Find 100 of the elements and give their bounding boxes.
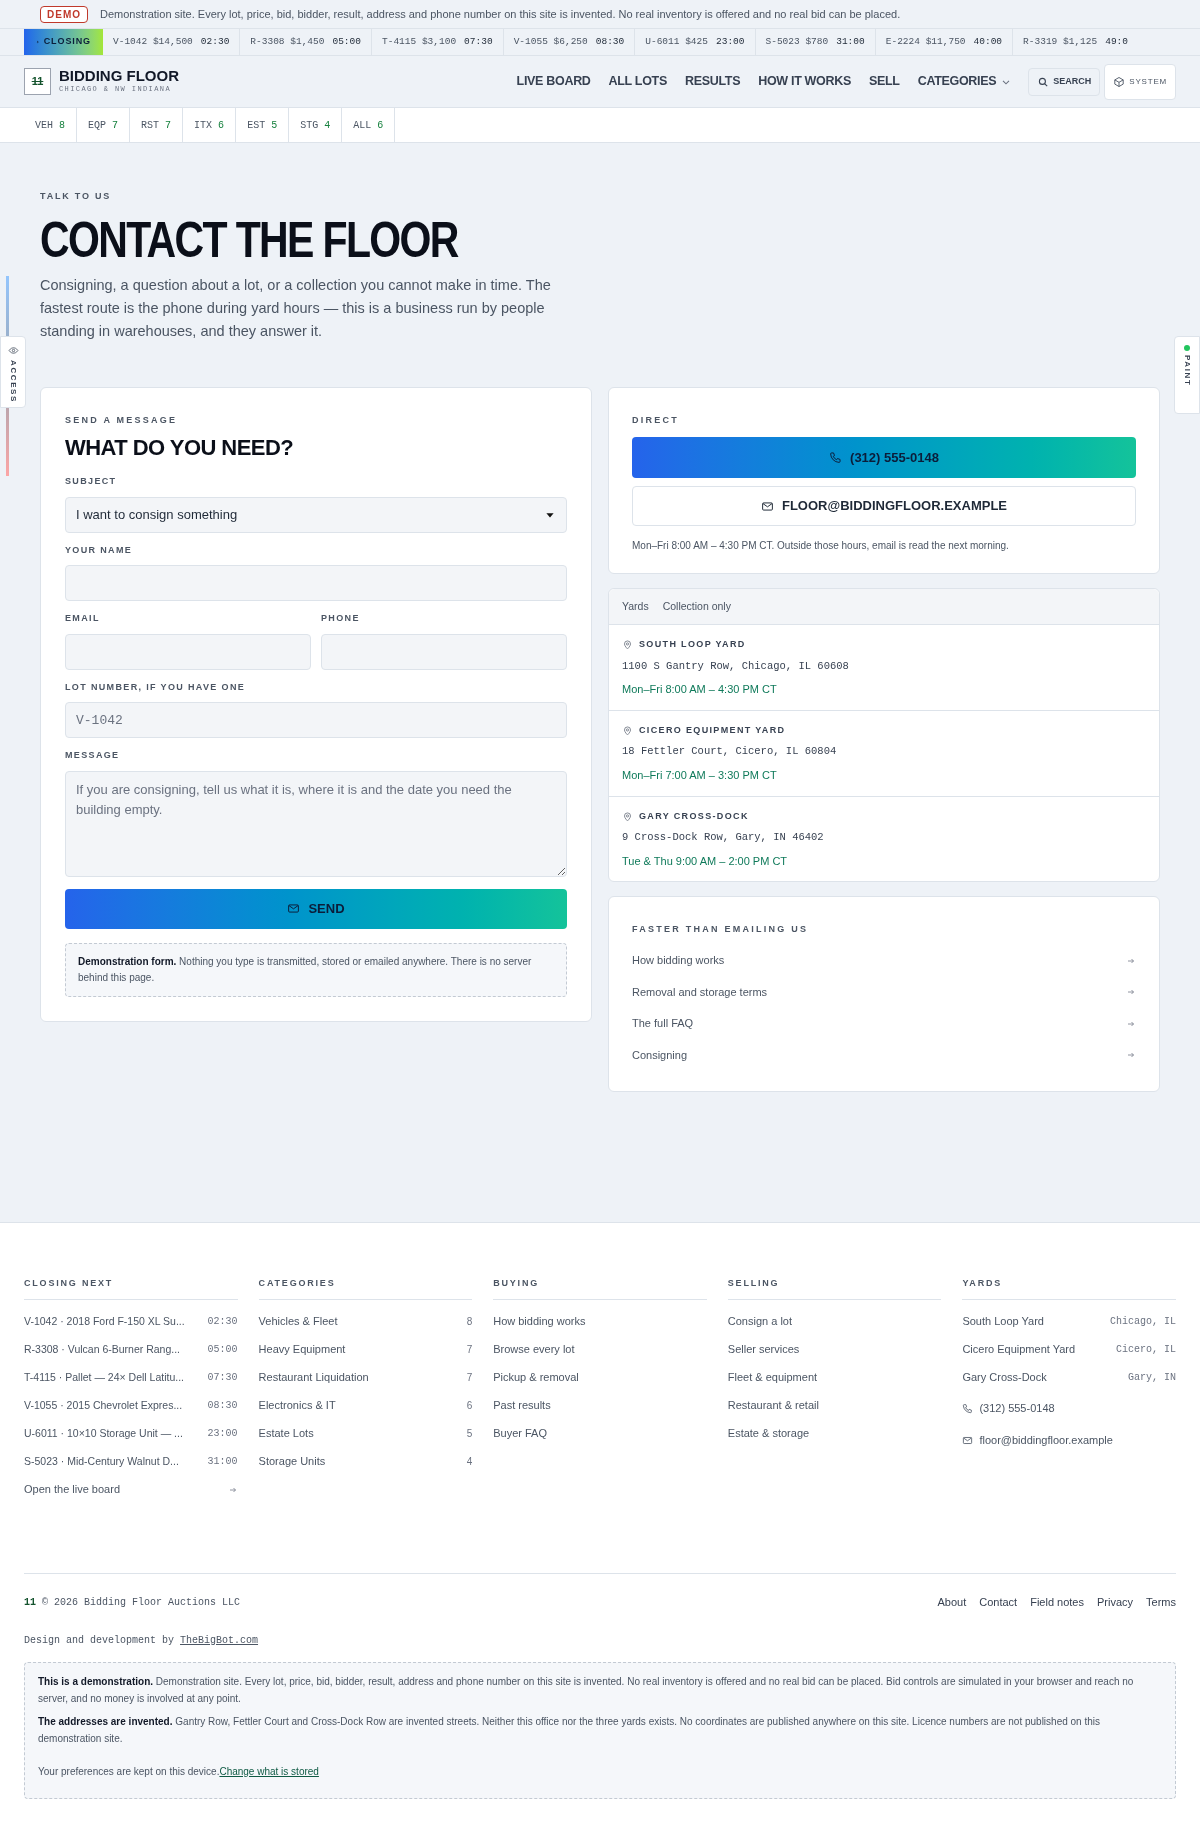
system-button[interactable]: SYSTEM — [1104, 63, 1176, 100]
nav-link[interactable]: HOW IT WORKS — [758, 72, 851, 91]
ticker-item[interactable]: V-1042 $14,500 02:30 — [103, 29, 241, 55]
credit-link[interactable]: TheBigBot.com — [180, 1632, 259, 1648]
ticker-item[interactable]: E-2224 $11,750 40:00 — [875, 29, 1014, 55]
footer-link[interactable]: Vehicles & Fleet — [258, 1313, 338, 1330]
footer-meta: Gary, IN — [1128, 1371, 1176, 1385]
footer-link[interactable]: R-3308 · Vulcan 6-Burner Rang... — [24, 1341, 181, 1358]
cube-icon — [1113, 75, 1126, 88]
paint-tab[interactable]: PAINT — [1174, 336, 1200, 414]
demo-notice: Demonstration site. Every lot, price, bid, bidder, result, address and phone number on this site is invented. No real inventory is offered and no real bid can be placed. — [100, 6, 901, 22]
footer-link[interactable]: Storage Units — [258, 1453, 326, 1470]
footer-link[interactable]: Buyer FAQ — [493, 1425, 547, 1442]
email-button[interactable]: FLOOR@BIDDINGFLOOR.EXAMPLE — [632, 486, 1136, 526]
message-field[interactable]: If you are consigning, tell us what it is, where it is and the date you need the building empty. — [65, 770, 567, 877]
footer-link[interactable]: V-1055 · 2015 Chevrolet Expres... — [24, 1397, 183, 1414]
call-button[interactable]: (312) 555-0148 — [632, 437, 1136, 478]
footer-meta: 08:30 — [207, 1399, 238, 1413]
footer-link[interactable]: V-1042 · 2018 Ford F-150 XL Su... — [24, 1313, 185, 1330]
phone-number-link[interactable]: (312) 555-0148 — [979, 1400, 1055, 1417]
column-heading: SELLING — [727, 1277, 942, 1300]
help-link[interactable]: The full FAQ — [632, 1015, 694, 1032]
ticker-item[interactable]: T-4115 $3,100 07:30 — [372, 29, 504, 55]
input-field[interactable] — [65, 565, 567, 601]
category-tab[interactable]: ALL 6 — [342, 108, 396, 142]
page-title: CONTACT THE FLOOR — [40, 211, 460, 268]
footer-link[interactable]: Electronics & IT — [258, 1397, 336, 1414]
footer-link[interactable]: About — [937, 1594, 967, 1611]
ticker-item[interactable]: V-1055 $6,250 08:30 — [503, 29, 636, 55]
brand-name[interactable]: BIDDING FLOOR — [59, 68, 179, 85]
footer-link[interactable]: Seller services — [727, 1341, 800, 1358]
footer-link[interactable]: Cicero Equipment Yard — [962, 1341, 1076, 1358]
footer-link[interactable]: Heavy Equipment — [258, 1341, 346, 1358]
subject-select[interactable]: I want to consign something — [65, 496, 567, 533]
ticker-item[interactable]: R-3308 $1,450 05:00 — [240, 29, 372, 55]
preferences-link[interactable]: Change what is stored — [219, 1762, 319, 1780]
field-label: LOT NUMBER, IF YOU HAVE ONE — [65, 680, 247, 694]
ticker-item[interactable]: U-6011 $425 23:00 — [635, 29, 756, 55]
help-link[interactable]: How bidding works — [632, 952, 725, 969]
category-tab[interactable]: RST 7 — [130, 108, 184, 142]
column-heading: YARDS — [962, 1277, 1176, 1300]
send-button[interactable]: SEND — [65, 888, 567, 929]
ticker-item[interactable]: R-3319 $1,125 49:0 — [1013, 29, 1128, 55]
field-label: EMAIL — [65, 612, 101, 625]
footer-meta: 7 — [466, 1343, 473, 1357]
phone-icon — [962, 1403, 974, 1414]
footer-link[interactable]: Restaurant & retail — [727, 1397, 819, 1414]
access-tab[interactable]: ACCESS — [0, 336, 26, 408]
email-address-link[interactable]: floor@biddingfloor.example — [979, 1432, 1113, 1449]
footer-link[interactable]: Browse every lot — [493, 1341, 575, 1358]
footer-link[interactable]: U-6011 · 10×10 Storage Unit — ... — [24, 1425, 183, 1442]
mail-icon — [287, 902, 301, 915]
footer-meta: 6 — [466, 1399, 473, 1413]
eyebrow: DIRECT — [632, 413, 680, 427]
nav-link[interactable]: RESULTS — [684, 72, 741, 91]
footer-link[interactable]: Terms — [1146, 1594, 1176, 1611]
search-button[interactable]: SEARCH — [1028, 67, 1101, 96]
phone-icon — [829, 451, 843, 464]
category-tab[interactable]: EST 5 — [236, 108, 290, 142]
footer-meta: 8 — [466, 1315, 473, 1329]
mail-icon — [761, 499, 774, 513]
footer-link[interactable]: S-5023 · Mid-Century Walnut D... — [24, 1453, 179, 1470]
footer-link[interactable]: T-4115 · Pallet — 24× Dell Latitu... — [24, 1369, 184, 1386]
footer-link[interactable]: Fleet & equipment — [727, 1369, 818, 1386]
category-tab[interactable]: ITX 6 — [183, 108, 237, 142]
column-heading: BUYING — [493, 1277, 707, 1300]
disclaimer-text: This is a demonstration. Demonstration site. Every lot, price, bid, bidder, result, address and phone number on this site is invented. No real inventory is offered and no real bid can be placed. Bid controls are simulated in your browser and reach no server, and no money is involved at any point. — [38, 1674, 1135, 1706]
input-field[interactable] — [65, 633, 311, 670]
footer-link[interactable]: Pickup & removal — [493, 1369, 579, 1386]
ticker-item[interactable]: S-5023 $780 31:00 — [755, 29, 876, 55]
help-link[interactable]: Removal and storage terms — [632, 983, 768, 1001]
footer-link[interactable]: Gary Cross-Dock — [962, 1369, 1047, 1386]
help-link[interactable]: Consigning — [632, 1046, 688, 1064]
category-tab[interactable]: VEH 8 — [24, 108, 78, 142]
live-board-link[interactable]: Open the live board — [24, 1481, 120, 1498]
input-field[interactable]: V-1042 — [65, 702, 567, 738]
yard-name: GARY CROSS-DOCK — [639, 809, 749, 823]
footer-link[interactable]: Consign a lot — [727, 1313, 792, 1330]
nav-link[interactable]: SELL — [868, 72, 900, 91]
footer-link[interactable]: Privacy — [1097, 1594, 1134, 1611]
footer-link[interactable]: Contact — [979, 1594, 1018, 1611]
footer-meta: Chicago, IL — [1110, 1315, 1176, 1329]
column-heading: CATEGORIES — [258, 1277, 473, 1300]
category-tab[interactable]: STG 4 — [289, 108, 343, 142]
nav-link[interactable]: CATEGORIES — [917, 72, 1013, 91]
category-tab[interactable]: EQP 7 — [77, 108, 131, 142]
footer-link[interactable]: How bidding works — [493, 1313, 586, 1330]
input-field[interactable] — [321, 633, 567, 670]
footer-link[interactable]: Estate Lots — [258, 1425, 314, 1442]
nav-link[interactable]: ALL LOTS — [608, 72, 667, 91]
eyebrow: TALK TO US — [40, 190, 113, 203]
yard-name: SOUTH LOOP YARD — [639, 638, 746, 651]
footer-link[interactable]: Past results — [493, 1397, 551, 1414]
footer-link[interactable]: South Loop Yard — [962, 1313, 1044, 1330]
footer-meta: 02:30 — [207, 1315, 238, 1329]
footer-link[interactable]: Field notes — [1030, 1594, 1084, 1611]
yard-hours: Mon–Fri 8:00 AM – 4:30 PM CT — [622, 682, 778, 698]
footer-link[interactable]: Restaurant Liquidation — [258, 1369, 369, 1386]
footer-link[interactable]: Estate & storage — [727, 1425, 810, 1442]
nav-link[interactable]: LIVE BOARD — [516, 72, 591, 91]
